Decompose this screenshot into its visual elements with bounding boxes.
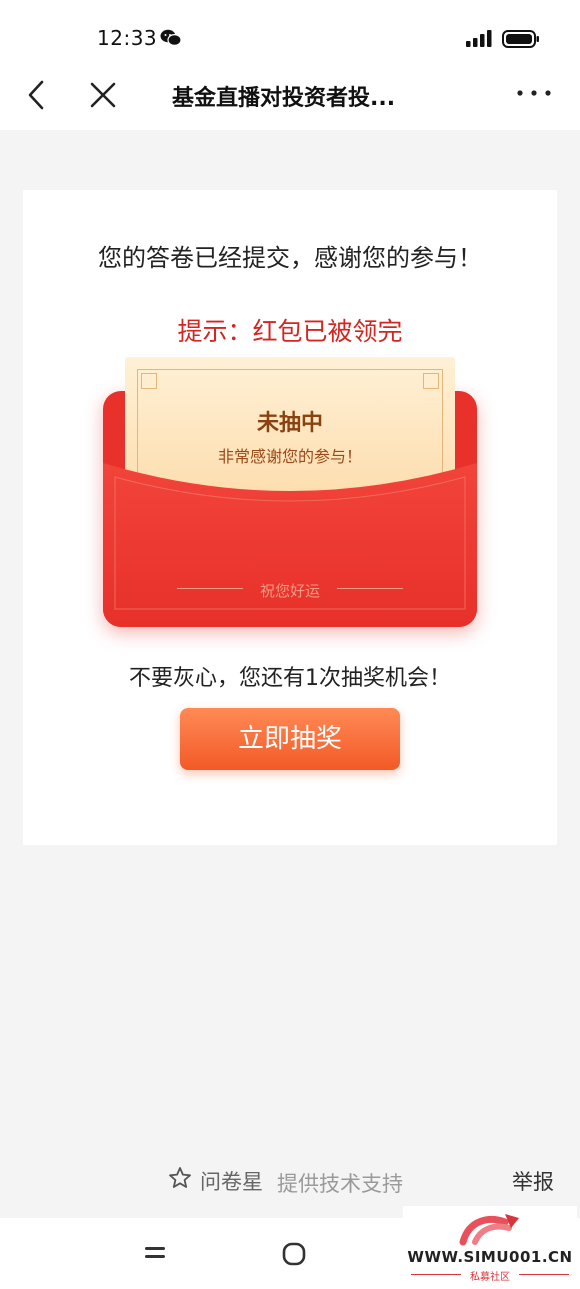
draw-now-button[interactable]: 立即抽奖 [180,708,400,770]
page-title: 基金直播对投资者投... [172,86,396,111]
watermark-subtitle: 私募社区 [470,1272,510,1283]
status-time: 12:33 [97,26,158,50]
watermark: WWW.SIMU001.CN 私募社区 [403,1206,577,1286]
battery-icon [502,30,539,48]
menu-icon[interactable] [144,1244,166,1262]
red-envelope: 未抽中 非常感谢您的参与！ 祝您好运 [103,355,479,635]
result-card: 您的答卷已经提交，感谢您的参与！ 提示：红包已被领完 未抽中 非常感谢您的参与！ [23,190,557,845]
support-text: 提供技术支持 [277,1172,403,1196]
more-icon[interactable] [516,88,552,98]
star-icon [169,1167,191,1188]
report-link[interactable]: 举报 [512,1166,554,1196]
signal-icon [466,30,492,47]
footer: 问卷星 提供技术支持 举报 [0,1150,580,1210]
blessing-text: 祝您好运 [259,582,320,600]
watermark-logo [459,1214,519,1246]
watermark-line-right [519,1274,569,1275]
wechat-icon [160,29,182,47]
home-icon[interactable] [282,1242,306,1266]
result-title: 未抽中 [256,411,323,436]
watermark-url: WWW.SIMU001.CN [407,1248,573,1266]
submitted-message: 您的答卷已经提交，感谢您的参与！ [98,244,482,272]
hint-message: 提示：红包已被领完 [177,317,403,346]
close-icon[interactable] [88,80,118,110]
blessing-line-right [337,588,403,589]
status-bar: 12:33 [0,0,580,68]
envelope-front [103,463,477,627]
letter-corner-right [423,373,439,389]
brand-link[interactable]: 问卷星 [200,1166,263,1196]
back-arrow-icon[interactable] [22,78,52,112]
letter-corner-left [141,373,157,389]
nav-bar: 基金直播对投资者投... [0,68,580,130]
chance-message: 不要灰心，您还有1次抽奖机会！ [129,666,451,691]
